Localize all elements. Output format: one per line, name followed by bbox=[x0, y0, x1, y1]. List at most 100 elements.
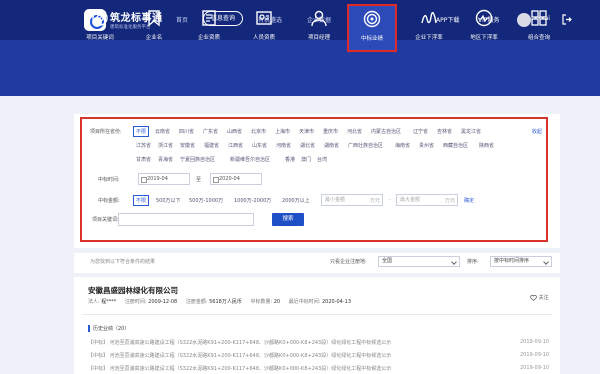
category-company-name[interactable]: 企业名 bbox=[125, 4, 183, 52]
region-option[interactable]: 海南省 bbox=[395, 142, 410, 149]
reg-date-value: 2009-12-08 bbox=[148, 299, 178, 305]
history-item[interactable]: 【中标】 河池至荔浦高速公路建设工程（S322水泥路K91+200-K117+6… bbox=[88, 339, 391, 346]
category-combined-query[interactable]: 组合查询 bbox=[510, 4, 568, 52]
amount-option[interactable]: 500万-1000万 bbox=[189, 197, 223, 204]
region-option[interactable]: 广西壮族自治区 bbox=[348, 142, 383, 149]
category-project-keyword[interactable]: 项目关键词 bbox=[71, 4, 129, 52]
category-company-qualification[interactable]: 企业资质 bbox=[180, 4, 238, 52]
region-option[interactable]: 不限 bbox=[133, 126, 150, 137]
reg-date-label: 注册时间: bbox=[124, 299, 147, 305]
region-option[interactable]: 河南省 bbox=[276, 142, 291, 149]
capital-label: 注册金额: bbox=[185, 299, 208, 305]
history-date: 2019-09-10 bbox=[520, 339, 550, 345]
region-option[interactable]: 云南省 bbox=[155, 128, 170, 135]
region-option[interactable]: 西藏自治区 bbox=[443, 142, 468, 149]
date-separator: 至 bbox=[196, 177, 202, 183]
region-option[interactable]: 宁夏回族自治区 bbox=[180, 156, 215, 163]
region-option[interactable]: 江苏省 bbox=[136, 142, 151, 149]
region-option[interactable]: 澳门 bbox=[301, 156, 311, 163]
category-personnel-qualification[interactable]: 人员资质 bbox=[235, 4, 293, 52]
legal-field: 法人: 程**** bbox=[88, 299, 116, 305]
region-option[interactable]: 江西省 bbox=[228, 142, 243, 149]
region-option[interactable]: 台湾 bbox=[317, 156, 327, 163]
legal-label: 法人: bbox=[88, 299, 100, 305]
history-item[interactable]: 【中标】 河池至荔浦高速公路建设工程（S322水泥路K91+200-K117+6… bbox=[88, 352, 391, 359]
date-from-input[interactable]: 2019-04 bbox=[138, 173, 190, 185]
qualification-filter-label: 只看企业注册地: bbox=[330, 259, 367, 265]
collapse-link[interactable]: 收起 bbox=[532, 128, 542, 135]
region-option[interactable]: 山东省 bbox=[252, 142, 267, 149]
date-to-input[interactable]: 2020-04 bbox=[210, 173, 262, 185]
region-option[interactable]: 青海省 bbox=[158, 156, 173, 163]
region-option[interactable]: 陕西省 bbox=[479, 142, 494, 149]
category-label: 项目关键词 bbox=[86, 35, 114, 41]
region-option[interactable]: 内蒙古自治区 bbox=[371, 128, 401, 135]
history-item[interactable]: 【中标】 河池至荔浦高速公路建设工程（S322水泥路K91+200-K117+6… bbox=[88, 365, 391, 372]
category-label: 中标业绩 bbox=[360, 36, 383, 42]
category-label: 企业名 bbox=[145, 35, 163, 41]
category-label: 地区下浮率 bbox=[470, 35, 498, 41]
category-company-discount-rate[interactable]: 企业下浮率 bbox=[400, 4, 458, 52]
region-select[interactable]: 全国 bbox=[378, 256, 460, 267]
region-label: 项目所在省份: bbox=[90, 129, 122, 135]
company-name[interactable]: 安徽昌盛园林绿化有限公司 bbox=[88, 285, 178, 296]
company-meta: 法人: 程**** 注册时间: 2009-12-08 注册金额: 5618万人民… bbox=[88, 298, 358, 305]
region-option[interactable]: 四川省 bbox=[179, 128, 194, 135]
wave-chart-icon bbox=[421, 11, 437, 24]
capital-value: 5618万人民币 bbox=[209, 299, 242, 305]
keyword-input[interactable] bbox=[118, 213, 254, 226]
confirm-link[interactable]: 确定 bbox=[464, 197, 474, 204]
category-winning-bids[interactable]: 中标业绩 bbox=[347, 4, 397, 52]
history-date: 2019-09-10 bbox=[520, 352, 550, 358]
region-option[interactable]: 浙江省 bbox=[158, 142, 173, 149]
sort-select[interactable]: 按中标时间排序 bbox=[490, 256, 552, 267]
region-option[interactable]: 湖南省 bbox=[324, 142, 339, 149]
region-option[interactable]: 新疆维吾尔自治区 bbox=[230, 156, 270, 163]
category-project-manager[interactable]: 项目经理 bbox=[290, 4, 348, 52]
region-option[interactable]: 辽宁省 bbox=[413, 128, 428, 135]
region-option[interactable]: 黑龙江省 bbox=[461, 128, 481, 135]
region-option[interactable]: 香港 bbox=[285, 156, 295, 163]
follow-button[interactable]: 关注 bbox=[530, 294, 549, 301]
sort-label: 排序: bbox=[467, 259, 479, 265]
range-dash: - bbox=[389, 197, 391, 203]
region-option[interactable]: 重庆市 bbox=[323, 128, 338, 135]
latest-label: 最近中标时间: bbox=[288, 299, 321, 305]
rings-icon bbox=[363, 10, 381, 28]
region-option[interactable]: 北京市 bbox=[251, 128, 266, 135]
amount-option[interactable]: 2000万以上 bbox=[282, 197, 310, 204]
region-option[interactable]: 上海市 bbox=[275, 128, 290, 135]
category-region-discount-rate[interactable]: 地区下浮率 bbox=[455, 4, 513, 52]
results-summary: 为您找到以下符合条件的结果 bbox=[90, 259, 156, 265]
amount-option[interactable]: 1000万-2000万 bbox=[234, 197, 271, 204]
region-option[interactable]: 河北省 bbox=[347, 128, 362, 135]
latest-field: 最近中标时间: 2020-04-13 bbox=[289, 299, 351, 305]
region-option[interactable]: 吉林省 bbox=[437, 128, 452, 135]
reg-date-field: 注册时间: 2009-12-08 bbox=[125, 299, 177, 305]
region-option[interactable]: 安徽省 bbox=[180, 142, 195, 149]
amount-option[interactable]: 不限 bbox=[133, 195, 150, 206]
region-option[interactable]: 广东省 bbox=[203, 128, 218, 135]
region-option[interactable]: 福建省 bbox=[204, 142, 219, 149]
region-option[interactable]: 湖北省 bbox=[300, 142, 315, 149]
search-button[interactable]: 搜索 bbox=[272, 213, 304, 226]
category-label: 项目经理 bbox=[307, 35, 330, 41]
bids-field: 中标数量: 20 bbox=[250, 299, 280, 305]
region-option[interactable]: 山西省 bbox=[227, 128, 242, 135]
target-icon bbox=[92, 10, 108, 26]
min-amount-unit: 万元 bbox=[370, 198, 381, 204]
id-card-icon bbox=[256, 11, 272, 25]
bookmark-icon bbox=[148, 10, 160, 27]
grid-icon bbox=[531, 10, 547, 26]
region-option[interactable]: 天津市 bbox=[299, 128, 314, 135]
region-option[interactable]: 贵州省 bbox=[419, 142, 434, 149]
bids-label: 中标数量: bbox=[250, 299, 273, 305]
time-label: 中标时间: bbox=[98, 177, 120, 183]
heart-icon bbox=[530, 294, 537, 301]
amount-option[interactable]: 500万以下 bbox=[156, 197, 181, 204]
amount-label: 中标金额: bbox=[98, 198, 120, 204]
legal-value: 程**** bbox=[101, 299, 117, 305]
bids-value: 20 bbox=[273, 299, 281, 305]
region-option[interactable]: 甘肃省 bbox=[136, 156, 151, 163]
person-icon bbox=[311, 10, 327, 27]
